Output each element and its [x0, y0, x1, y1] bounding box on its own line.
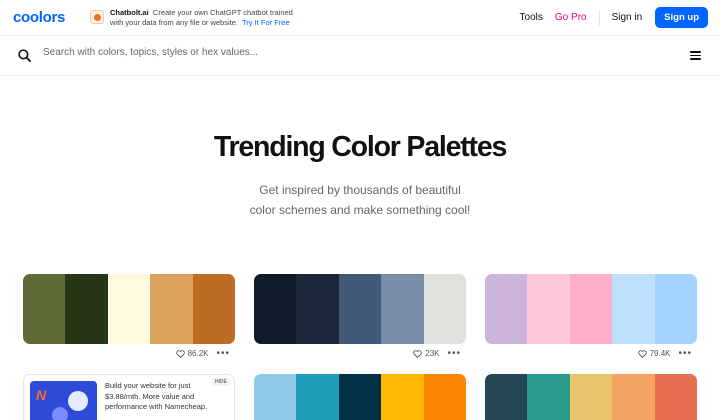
palette-swatch[interactable]: [107, 274, 151, 344]
palette-swatches[interactable]: [485, 274, 697, 344]
menu-icon[interactable]: [690, 51, 701, 60]
palette-swatch[interactable]: [485, 274, 528, 344]
heart-icon: [637, 349, 647, 358]
planet-icon: [52, 407, 68, 420]
palette-swatch[interactable]: [612, 274, 655, 344]
header-ad-line1: Create your own ChatGPT chatbot trained: [152, 8, 293, 17]
palette-swatches[interactable]: [254, 274, 466, 344]
palette-swatch[interactable]: [65, 274, 108, 344]
palette-swatch[interactable]: [192, 274, 235, 344]
header-ad-line2: with your data from any file or website.: [110, 17, 238, 27]
search-input[interactable]: [43, 47, 643, 58]
palette-meta: 86.2K •••: [175, 348, 230, 358]
palette-swatch[interactable]: [381, 274, 424, 344]
heart-icon: [413, 349, 422, 358]
more-icon[interactable]: •••: [216, 348, 230, 358]
sponsored-text: Build your website for just $3.88/mth. M…: [105, 381, 208, 411]
palette-swatch[interactable]: [654, 274, 697, 344]
heart-icon: [175, 349, 185, 358]
tools-link[interactable]: Tools: [520, 12, 543, 23]
palette-card[interactable]: 86.2K •••: [23, 274, 235, 358]
chatbolt-icon: [90, 10, 104, 24]
palette-swatch[interactable]: [527, 374, 570, 420]
namecheap-logo-icon: N: [36, 387, 47, 403]
palette-meta: 23K •••: [413, 348, 461, 358]
sign-up-button[interactable]: Sign up: [655, 7, 708, 28]
palette-swatch[interactable]: [569, 274, 613, 344]
namecheap-ad-image: N: [30, 381, 97, 420]
sponsored-card[interactable]: N Build your website for just $3.88/mth.…: [23, 374, 235, 420]
palette-swatches[interactable]: [254, 374, 466, 420]
header-ad[interactable]: Chatbolt.ai Create your own ChatGPT chat…: [90, 8, 293, 27]
palette-swatch[interactable]: [23, 274, 66, 344]
palette-card[interactable]: 79.4K •••: [485, 274, 697, 358]
search-icon[interactable]: [18, 49, 31, 62]
page-subtitle-line1: Get inspired by thousands of beautiful: [259, 183, 461, 197]
palette-card[interactable]: 23K •••: [254, 274, 466, 358]
coolors-logo[interactable]: coolors: [13, 9, 65, 26]
header-ad-text: Chatbolt.ai Create your own ChatGPT chat…: [110, 8, 293, 27]
palette-swatch[interactable]: [569, 374, 613, 420]
palette-swatch[interactable]: [338, 274, 382, 344]
like-count: 86.2K: [187, 349, 209, 358]
astronaut-icon: [68, 391, 88, 411]
sign-in-link[interactable]: Sign in: [612, 12, 643, 23]
palette-card[interactable]: [254, 374, 466, 420]
palette-swatch[interactable]: [654, 374, 697, 420]
hide-ad-button[interactable]: HIDE: [212, 378, 230, 386]
page-subtitle-line2: color schemes and make something cool!: [249, 203, 471, 217]
top-navigation: coolors Chatbolt.ai Create your own Chat…: [0, 0, 720, 35]
header-ad-cta[interactable]: Try It For Free: [242, 18, 290, 27]
palette-swatch[interactable]: [485, 374, 528, 420]
page-title: Trending Color Palettes: [213, 131, 507, 163]
page-subtitle: Get inspired by thousands of beautiful c…: [0, 180, 720, 220]
header-ad-brand: Chatbolt.ai: [110, 8, 149, 17]
like-count: 23K: [425, 349, 440, 358]
palette-meta: 79.4K •••: [637, 348, 692, 358]
palette-swatches[interactable]: [23, 274, 235, 344]
palette-swatch[interactable]: [150, 274, 193, 344]
palette-swatch[interactable]: [296, 274, 339, 344]
palette-swatch[interactable]: [527, 274, 570, 344]
nav-links: Tools Go Pro Sign in Sign up: [520, 7, 708, 28]
palette-swatch[interactable]: [612, 374, 655, 420]
more-icon[interactable]: •••: [678, 348, 692, 358]
palette-swatch[interactable]: [254, 274, 297, 344]
like-button[interactable]: 86.2K: [175, 349, 209, 358]
palette-swatches[interactable]: [485, 374, 697, 420]
search-bar: [0, 35, 720, 76]
like-button[interactable]: 79.4K: [637, 349, 671, 358]
palette-card[interactable]: [485, 374, 697, 420]
nav-divider: [598, 9, 600, 26]
palette-swatch[interactable]: [254, 374, 297, 420]
palette-swatch[interactable]: [423, 274, 466, 344]
palette-swatch[interactable]: [423, 374, 466, 420]
more-icon[interactable]: •••: [447, 348, 461, 358]
palette-swatch[interactable]: [338, 374, 382, 420]
palette-swatch[interactable]: [381, 374, 424, 420]
palette-swatch[interactable]: [296, 374, 339, 420]
go-pro-link[interactable]: Go Pro: [555, 12, 587, 23]
like-button[interactable]: 23K: [413, 349, 439, 358]
like-count: 79.4K: [649, 349, 671, 358]
